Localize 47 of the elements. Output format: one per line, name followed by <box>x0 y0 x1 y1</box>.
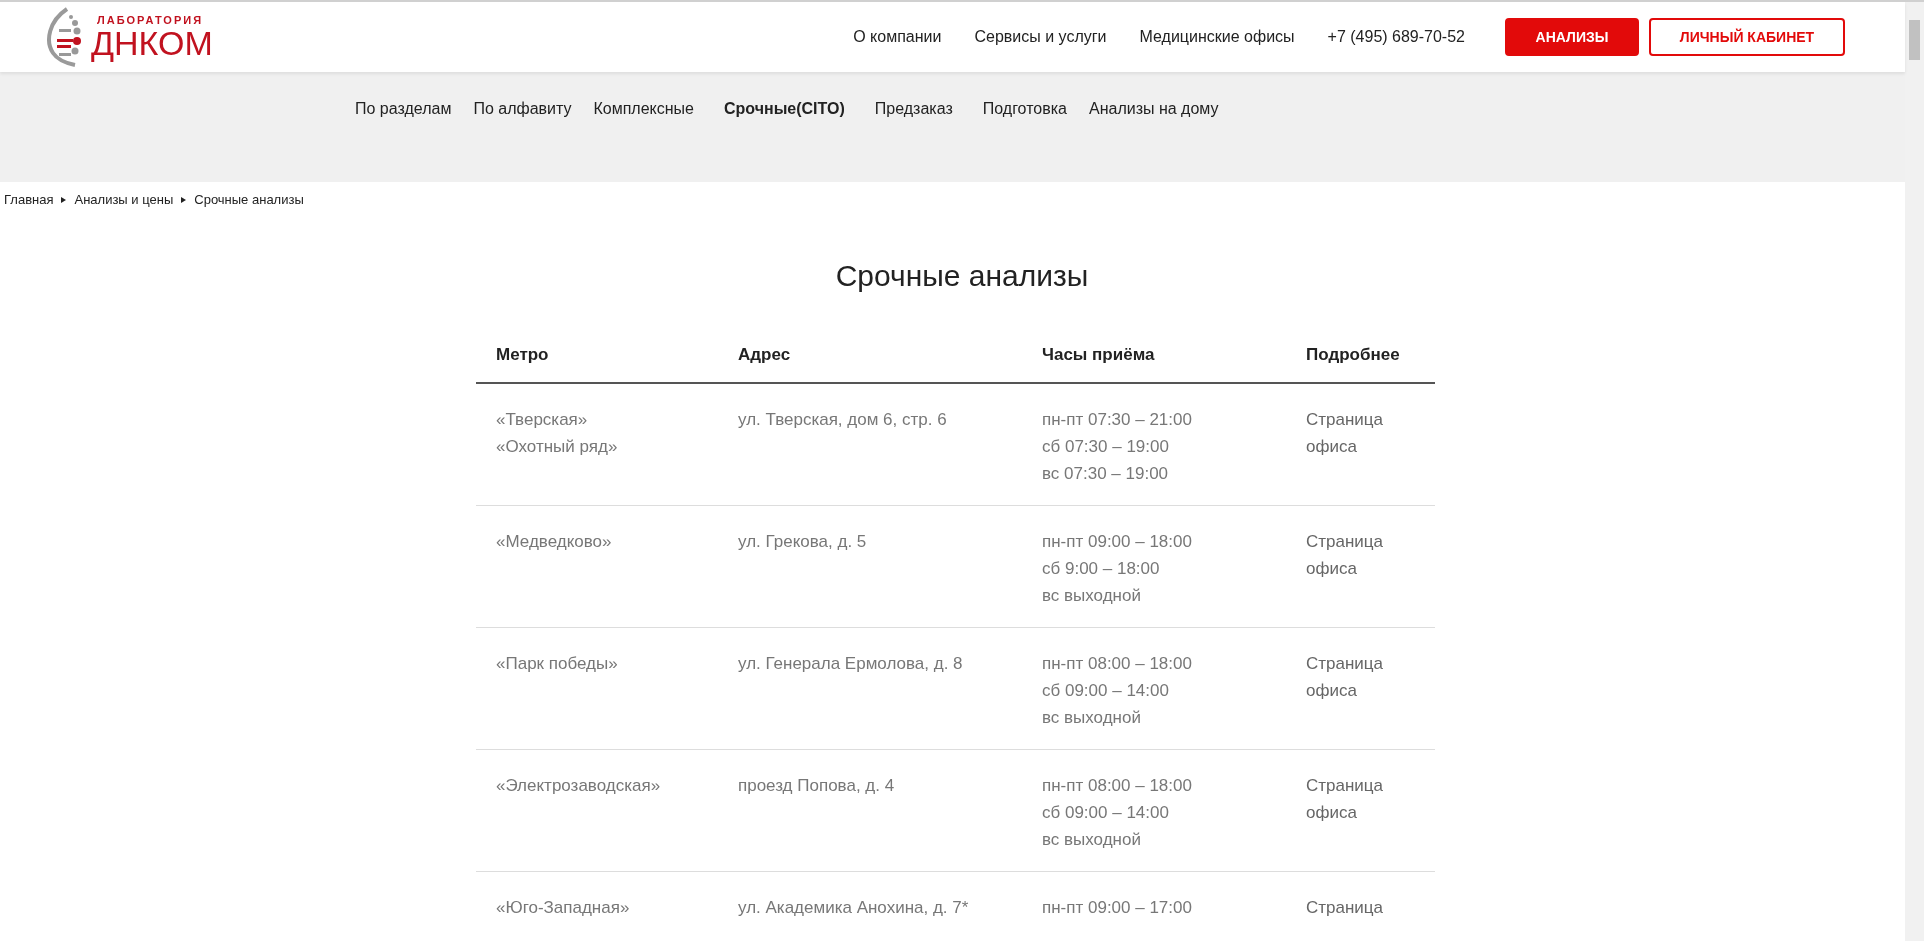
triangle-separator-icon <box>181 196 187 203</box>
account-button[interactable]: ЛИЧНЫЙ КАБИНЕТ <box>1649 18 1845 56</box>
breadcrumb-link[interactable]: Анализы и цены <box>74 192 174 207</box>
metro-station-cell-text: «Юго-Западная» <box>496 897 631 919</box>
column-header: Адрес <box>718 327 1022 383</box>
column-header: Метро <box>476 327 718 383</box>
hours-cell-text: пн-пт 08:00 – 18:00 сб 09:00 – 14:00 вс выходной <box>1042 775 1193 851</box>
column-header: Часы приёма <box>1022 327 1286 383</box>
hours-cell-text: пн-пт 08:00 – 18:00 сб 09:00 – 14:00 вс выходной <box>1042 653 1193 729</box>
office-page-link[interactable]: Страница <box>1306 894 1384 921</box>
address-cell-text: ул. Генерала Ермолова, д. 8 <box>738 653 964 675</box>
office-page-link[interactable]: Страница офиса <box>1306 650 1384 704</box>
hours-cell-text: пн-пт 07:30 – 21:00 сб 07:30 – 19:00 вс 07:30 – 19:00 <box>1042 409 1193 485</box>
subnav-tab[interactable]: Подготовка <box>982 100 1067 120</box>
address-cell-text: ул. Грекова, д. 5 <box>738 531 868 553</box>
scrollbar[interactable] <box>1905 2 1924 941</box>
nav-link[interactable]: Медицинские офисы <box>1139 28 1295 46</box>
scrollbar-thumb[interactable] <box>1909 20 1920 60</box>
subnav-tab[interactable]: Срочные(CITO) <box>724 100 845 120</box>
subnav-tab[interactable]: По алфавиту <box>473 100 572 120</box>
breadcrumb-link[interactable]: Срочные анализы <box>194 192 304 207</box>
metro-station-cell-text: «Электрозаводская» <box>496 775 662 797</box>
office-page-link[interactable]: Страница офиса <box>1306 406 1384 460</box>
metro-station-cell-text: «Медведково» <box>496 531 613 553</box>
metro-station-cell-text: «Тверская» «Охотный ряд» <box>496 409 619 458</box>
phone-number[interactable]: +7 (495) 689-70-52 <box>1327 28 1465 46</box>
address-cell-text: проезд Попова, д. 4 <box>738 775 896 797</box>
address-cell-text: ул. Тверская, дом 6, стр. 6 <box>738 409 948 431</box>
triangle-separator-icon <box>61 196 67 203</box>
breadcrumb-link[interactable]: Главная <box>4 192 54 207</box>
column-header: Подробнее <box>1286 327 1435 383</box>
hours-cell-text: пн-пт 09:00 – 18:00 сб 9:00 – 18:00 вс выходной <box>1042 531 1193 607</box>
nav-link[interactable]: Сервисы и услуги <box>974 28 1107 46</box>
office-page-link[interactable]: Страница офиса <box>1306 772 1384 826</box>
logo-caption: ЛАБОРАТОРИЯ <box>97 14 205 26</box>
logo-wordmark: ДНКОМ <box>91 25 213 60</box>
metro-station-cell-text: «Парк победы» <box>496 653 619 675</box>
subnav-tab[interactable]: Комплексные <box>593 100 694 120</box>
page-title: Срочные анализы <box>834 259 1090 293</box>
subnav-tab[interactable]: Анализы на дому <box>1088 100 1219 120</box>
tests-button[interactable]: АНАЛИЗЫ <box>1505 18 1639 56</box>
subnav-tab[interactable]: По разделам <box>355 100 452 120</box>
subnav-tab[interactable]: Предзаказ <box>874 100 953 120</box>
office-page-link[interactable]: Страница офиса <box>1306 528 1384 582</box>
nav-link[interactable]: О компании <box>853 28 942 46</box>
hours-cell-text: пн-пт 09:00 – 17:00 <box>1042 897 1193 919</box>
address-cell-text: ул. Академика Анохина, д. 7* <box>738 897 970 919</box>
